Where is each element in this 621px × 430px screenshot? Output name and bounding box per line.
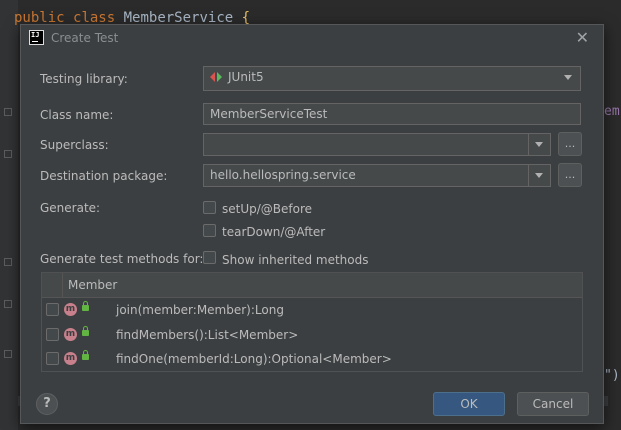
create-test-dialog: IJ Create Test ✕ Testing library: JUnit5…	[20, 24, 604, 424]
superclass-browse-button[interactable]: ...	[558, 132, 582, 156]
show-inherited-checkbox[interactable]	[203, 251, 216, 264]
method-signature: join(member:Member):Long	[116, 303, 284, 317]
member-checkbox[interactable]	[46, 328, 59, 341]
dialog-title: Create Test	[51, 31, 119, 45]
teardown-checkbox-label: tearDown/@After	[222, 225, 326, 239]
destination-package-select[interactable]: hello.hellospring.service	[203, 164, 551, 187]
class-name-label: Class name:	[40, 108, 114, 122]
ok-button[interactable]: OK	[433, 392, 505, 416]
member-checkbox[interactable]	[46, 352, 59, 365]
class-name-input[interactable]: MemberServiceTest	[203, 103, 581, 125]
code-fragment: em	[604, 104, 620, 119]
generate-label: Generate:	[40, 201, 101, 215]
table-row[interactable]: m findOne(memberId:Long):Optional<Member…	[42, 347, 582, 371]
superclass-label: Superclass:	[40, 138, 109, 152]
method-icon: m	[64, 303, 77, 316]
table-row[interactable]: m findMembers():List<Member>	[42, 323, 582, 347]
fold-marker	[4, 108, 12, 116]
method-signature: findMembers():List<Member>	[116, 328, 299, 342]
intellij-logo-icon: IJ	[29, 30, 44, 45]
fold-marker	[4, 350, 12, 358]
testing-library-select[interactable]: JUnit5	[203, 66, 581, 91]
destination-package-value: hello.hellospring.service	[210, 168, 356, 182]
public-access-icon	[82, 326, 89, 336]
setup-checkbox-label: setUp/@Before	[222, 202, 313, 216]
fold-marker	[4, 258, 12, 266]
destination-package-browse-button[interactable]: ...	[558, 163, 582, 187]
cancel-button[interactable]: Cancel	[517, 392, 589, 416]
help-button[interactable]: ?	[36, 393, 58, 415]
chevron-down-icon[interactable]	[528, 165, 550, 186]
destination-package-label: Destination package:	[40, 169, 168, 183]
close-icon[interactable]: ✕	[576, 29, 589, 47]
member-column-header: Member	[68, 278, 118, 292]
chevron-down-icon[interactable]	[528, 134, 550, 155]
editor-gutter	[0, 0, 18, 430]
superclass-select[interactable]	[203, 133, 551, 156]
chevron-down-icon[interactable]	[558, 67, 580, 90]
generate-methods-label: Generate test methods for:	[40, 252, 204, 266]
show-inherited-label: Show inherited methods	[222, 253, 369, 267]
public-access-icon	[82, 350, 89, 360]
member-checkbox[interactable]	[46, 303, 59, 316]
dialog-title-bar[interactable]: IJ Create Test ✕	[21, 25, 603, 53]
header-check-column	[42, 273, 63, 297]
method-icon: m	[64, 352, 77, 365]
method-icon: m	[64, 328, 77, 341]
members-table: Member m join(member:Member):Long m find…	[41, 272, 583, 372]
fold-marker	[4, 300, 12, 308]
fold-marker	[4, 150, 12, 158]
teardown-checkbox[interactable]	[203, 224, 216, 237]
setup-checkbox[interactable]	[203, 201, 216, 214]
junit-icon	[210, 72, 222, 82]
members-table-header: Member	[42, 273, 582, 298]
public-access-icon	[82, 301, 89, 311]
code-fragment: ")	[604, 368, 620, 383]
class-name-value: MemberServiceTest	[210, 107, 328, 121]
table-row[interactable]: m join(member:Member):Long	[42, 298, 582, 322]
testing-library-value: JUnit5	[228, 70, 264, 84]
method-signature: findOne(memberId:Long):Optional<Member>	[116, 352, 392, 366]
testing-library-label: Testing library:	[40, 72, 128, 86]
